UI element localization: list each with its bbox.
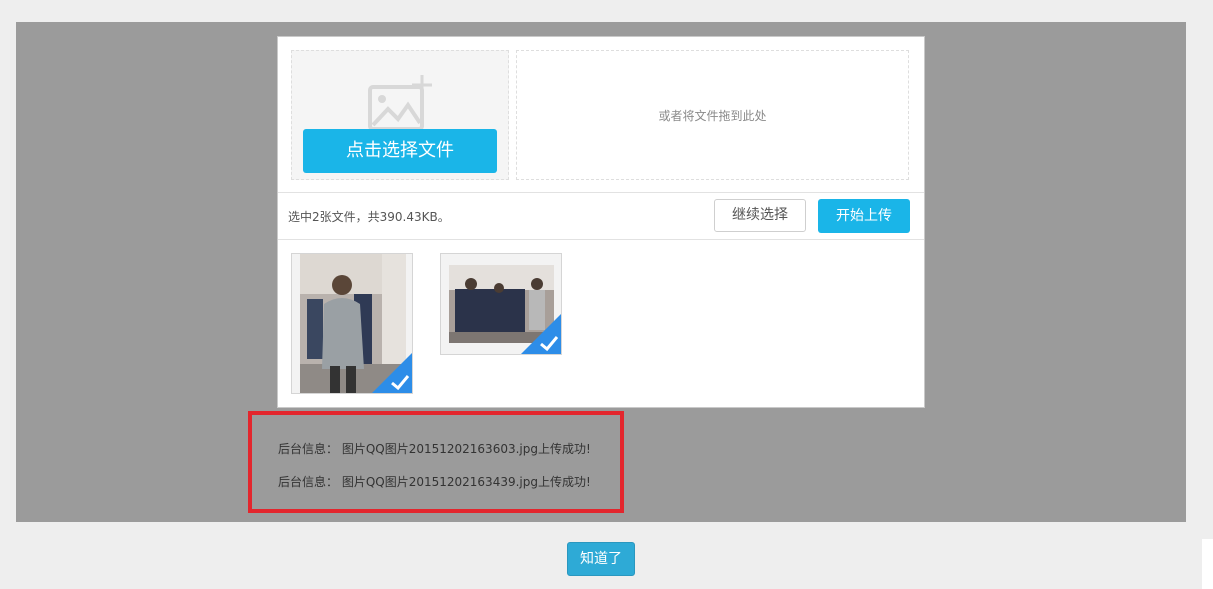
- upload-status-bar: 选中2张文件，共390.43KB。 继续选择 开始上传: [278, 192, 924, 240]
- drop-zone[interactable]: 或者将文件拖到此处: [516, 50, 909, 180]
- drop-hint-text: 或者将文件拖到此处: [658, 108, 767, 123]
- check-icon: [521, 314, 561, 354]
- add-image-icon: [368, 75, 432, 131]
- start-upload-button[interactable]: 开始上传: [818, 199, 910, 233]
- image-thumbnail[interactable]: [440, 253, 562, 355]
- check-icon: [372, 353, 412, 393]
- server-log-box: 后台信息： 图片QQ图片20151202163603.jpg上传成功! 后台信息…: [248, 411, 624, 513]
- selection-summary: 选中2张文件，共390.43KB。: [288, 210, 450, 224]
- ok-button[interactable]: 知道了: [567, 542, 635, 576]
- log-line: 后台信息： 图片QQ图片20151202163603.jpg上传成功!: [278, 442, 591, 456]
- image-thumbnail[interactable]: [291, 253, 413, 394]
- continue-select-button[interactable]: 继续选择: [714, 199, 806, 232]
- file-picker-area[interactable]: 点击选择文件: [291, 50, 509, 180]
- log-line: 后台信息： 图片QQ图片20151202163439.jpg上传成功!: [278, 475, 591, 489]
- edge-strip: [1202, 539, 1213, 589]
- upload-panel: 点击选择文件 或者将文件拖到此处 选中2张文件，共390.43KB。 继续选择 …: [277, 36, 925, 408]
- select-file-button[interactable]: 点击选择文件: [303, 129, 497, 173]
